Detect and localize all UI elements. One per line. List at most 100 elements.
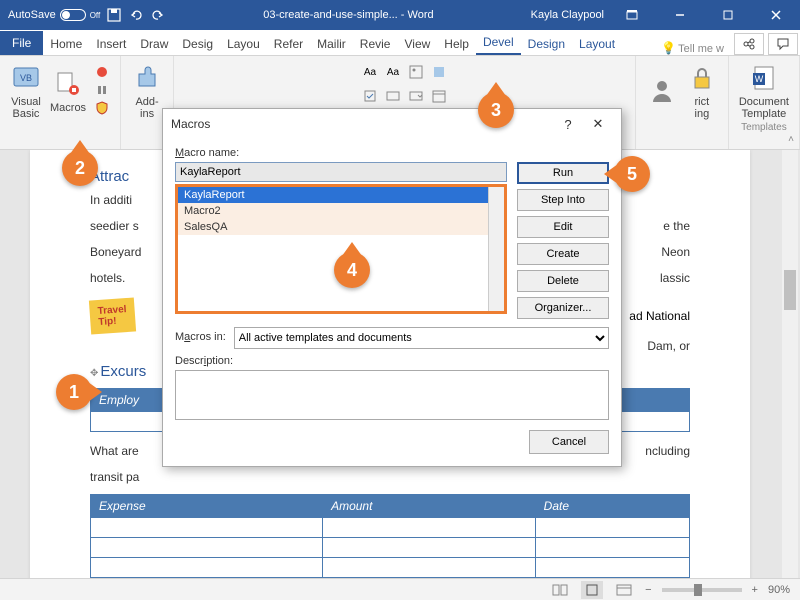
callout-badge-3: 3 <box>478 92 514 128</box>
record-macro-icon[interactable] <box>94 64 110 82</box>
pause-recording-icon[interactable] <box>94 82 110 100</box>
tell-me-input[interactable]: Tell me w <box>678 43 732 55</box>
web-layout-icon[interactable] <box>613 581 635 599</box>
macros-button[interactable]: Macros <box>46 60 90 122</box>
zoom-in-button[interactable]: + <box>752 584 758 596</box>
macros-icon <box>52 68 84 100</box>
tab-design[interactable]: Desig <box>175 33 220 55</box>
vertical-scrollbar[interactable] <box>782 150 798 578</box>
collapse-ribbon-icon[interactable]: ˄ <box>788 134 794 145</box>
dialog-help-button[interactable]: ? <box>553 117 583 132</box>
macro-list-item[interactable]: SalesQA <box>178 219 504 235</box>
tab-table-layout[interactable]: Layout <box>572 33 622 55</box>
macro-name-input[interactable] <box>175 162 507 182</box>
macro-list-scrollbar[interactable] <box>488 187 504 311</box>
delete-button[interactable]: Delete <box>517 270 609 292</box>
organizer-button[interactable]: Organizer... <box>517 297 609 319</box>
create-button[interactable]: Create <box>517 243 609 265</box>
step-into-button[interactable]: Step Into <box>517 189 609 211</box>
callout-badge-4: 4 <box>334 252 370 288</box>
control-picture-icon[interactable] <box>406 62 426 82</box>
group-label-templates: Templates <box>741 122 787 133</box>
heading-excursions: Excurs <box>100 363 146 380</box>
description-label: Description: <box>175 355 609 367</box>
svg-text:VB: VB <box>20 73 32 83</box>
maximize-button[interactable] <box>708 0 748 30</box>
control-combo-icon[interactable] <box>383 86 403 106</box>
scrollbar-thumb[interactable] <box>784 270 796 310</box>
tab-table-design[interactable]: Design <box>521 33 572 55</box>
callout-badge-1: 1 <box>56 374 92 410</box>
tab-help[interactable]: Help <box>437 33 476 55</box>
control-checkbox-icon[interactable] <box>360 86 380 106</box>
dialog-titlebar[interactable]: Macros ? ✕ <box>163 109 621 139</box>
th-amount: Amount <box>323 495 536 518</box>
tab-draw[interactable]: Draw <box>133 33 175 55</box>
user-name[interactable]: Kayla Claypool <box>531 9 604 21</box>
macros-in-label: Macros in: <box>175 331 226 343</box>
zoom-out-button[interactable]: − <box>645 584 651 596</box>
visual-basic-icon: VB <box>10 62 42 94</box>
macro-list-item[interactable]: KaylaReport <box>178 187 504 203</box>
tab-home[interactable]: Home <box>43 33 89 55</box>
zoom-level[interactable]: 90% <box>768 584 790 596</box>
tell-me-icon: 💡 <box>661 41 678 55</box>
macro-name-label: Macro name: <box>175 147 609 159</box>
autosave-state: Off <box>90 11 101 20</box>
edit-button[interactable]: Edit <box>517 216 609 238</box>
callout-badge-2: 2 <box>62 150 98 186</box>
tab-references[interactable]: Refer <box>267 33 310 55</box>
document-template-button[interactable]: W Document Template <box>735 60 793 122</box>
print-layout-icon[interactable] <box>581 581 603 599</box>
control-date-icon[interactable] <box>429 86 449 106</box>
tab-review[interactable]: Revie <box>353 33 398 55</box>
macros-dialog: Macros ? ✕ Macro name: KaylaReport Macro… <box>162 108 622 467</box>
expense-table[interactable]: Expense Amount Date <box>90 494 690 578</box>
svg-text:W: W <box>755 74 764 84</box>
tab-developer[interactable]: Devel <box>476 31 521 55</box>
control-aa2-icon[interactable]: Aa <box>383 62 403 82</box>
undo-icon[interactable] <box>128 7 144 23</box>
macros-in-select[interactable]: All active templates and documents <box>234 327 609 349</box>
block-authors-button[interactable] <box>642 60 682 122</box>
status-bar: − + 90% <box>0 578 800 600</box>
tab-view[interactable]: View <box>397 33 437 55</box>
document-title: 03-create-and-use-simple... - Word <box>166 9 530 21</box>
restrict-editing-button[interactable]: rict ing <box>682 60 722 122</box>
zoom-slider[interactable] <box>662 588 742 592</box>
autosave-label: AutoSave <box>8 9 56 21</box>
minimize-button[interactable] <box>660 0 700 30</box>
read-mode-icon[interactable] <box>549 581 571 599</box>
save-icon[interactable] <box>106 7 122 23</box>
control-building-block-icon[interactable] <box>429 62 449 82</box>
macro-list-item[interactable]: Macro2 <box>178 203 504 219</box>
table-move-handle-icon[interactable]: ✥ <box>90 368 98 379</box>
dialog-close-button[interactable]: ✕ <box>583 116 613 132</box>
description-box[interactable] <box>175 370 609 420</box>
ribbon-display-icon[interactable] <box>612 0 652 30</box>
tab-mailings[interactable]: Mailir <box>310 33 353 55</box>
word-doc-icon: W <box>748 62 780 94</box>
share-button[interactable] <box>734 33 764 55</box>
close-button[interactable] <box>756 0 796 30</box>
visual-basic-button[interactable]: VB Visual Basic <box>6 60 46 122</box>
redo-icon[interactable] <box>150 7 166 23</box>
comments-button[interactable] <box>768 33 798 55</box>
lock-icon <box>686 62 718 94</box>
tab-insert[interactable]: Insert <box>89 33 133 55</box>
title-bar: AutoSave Off 03-create-and-use-simple...… <box>0 0 800 30</box>
autosave-toggle[interactable]: AutoSave Off <box>8 9 100 21</box>
addins-icon <box>131 62 163 94</box>
ribbon-tabs: File Home Insert Draw Desig Layou Refer … <box>0 30 800 56</box>
control-aa-icon[interactable]: Aa <box>360 62 380 82</box>
macro-security-icon[interactable] <box>94 100 110 118</box>
control-dropdown-icon[interactable] <box>406 86 426 106</box>
cancel-button[interactable]: Cancel <box>529 430 609 454</box>
person-icon <box>646 74 678 106</box>
toggle-off-icon <box>60 9 86 21</box>
macro-list[interactable]: KaylaReport Macro2 SalesQA <box>175 184 507 314</box>
tab-layout[interactable]: Layou <box>220 33 267 55</box>
tab-file[interactable]: File <box>0 31 43 55</box>
run-button[interactable]: Run <box>517 162 609 184</box>
travel-tip-tag: Travel Tip! <box>89 297 136 334</box>
